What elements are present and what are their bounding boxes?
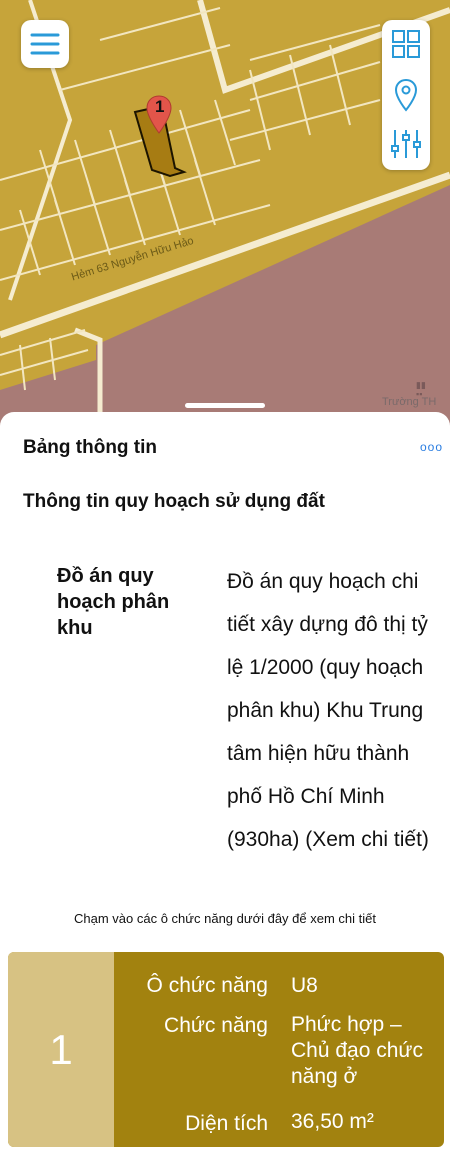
more-options-button[interactable]: ooo	[420, 440, 444, 454]
marker-number: 1	[155, 97, 165, 116]
zone-area-value: 36,50 m²	[291, 1110, 374, 1133]
location-marker[interactable]: 1	[146, 95, 172, 135]
zone-function-label: Chức năng	[164, 1014, 268, 1037]
layers-grid-button[interactable]	[382, 20, 430, 68]
map-view[interactable]: 1 Hẻm 63 Nguyễn Hữu Hảo ▮▮ ▪▪ Trường TH	[0, 0, 450, 440]
sheet-drag-handle[interactable]	[185, 403, 265, 408]
sheet-title: Bảng thông tin	[23, 437, 158, 458]
my-location-button[interactable]	[382, 72, 430, 118]
map-tools-panel	[382, 20, 430, 170]
plan-value-link[interactable]: Đồ án quy hoạch chi tiết xây dựng đô thị…	[227, 560, 442, 861]
zone-function-value: Phức hợp – Chủ đạo chức năng ở	[291, 1013, 423, 1088]
plan-label: Đồ án quy hoạch phân khu	[57, 565, 170, 639]
zone-index: 1	[8, 952, 114, 1147]
function-zone-card[interactable]: 1 Ô chức năng U8 Chức năng Phức hợp – Ch…	[8, 952, 444, 1147]
sliders-icon	[391, 130, 421, 158]
zone-area-label: Diện tích	[185, 1112, 268, 1135]
filter-button[interactable]	[382, 120, 430, 168]
map-pin-icon	[394, 78, 418, 112]
hint-text: Chạm vào các ô chức năng dưới đây để xem…	[74, 911, 376, 926]
menu-button[interactable]	[21, 20, 69, 68]
hamburger-menu-icon	[30, 33, 60, 55]
zone-code-label: Ô chức năng	[146, 974, 268, 997]
section-title: Thông tin quy hoạch sử dụng đất	[23, 491, 325, 512]
zone-code-value: U8	[291, 974, 318, 997]
grid-icon	[392, 30, 420, 58]
poi-label: Trường TH	[382, 396, 437, 408]
